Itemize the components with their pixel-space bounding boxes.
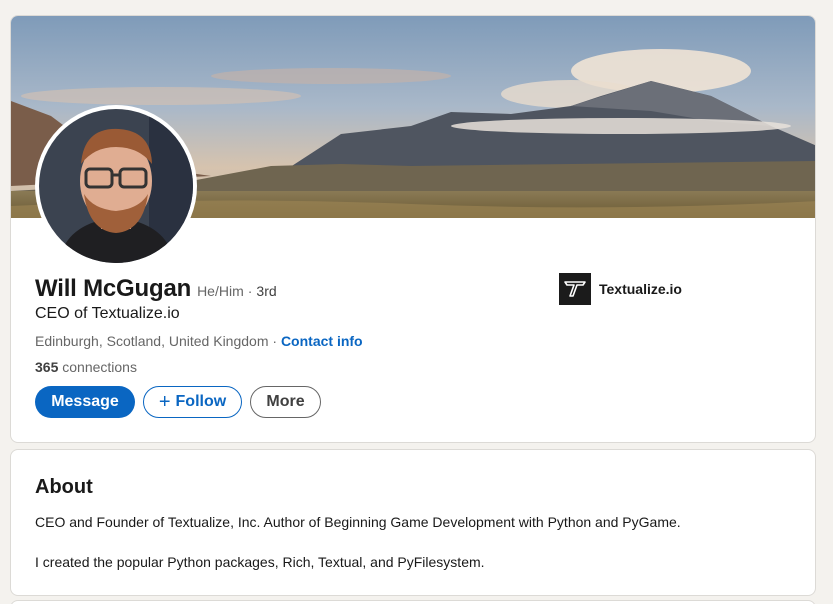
about-paragraph: CEO and Founder of Textualize, Inc. Auth… [35, 514, 681, 530]
location-separator: · [268, 333, 281, 349]
pronouns: He/Him [197, 283, 244, 299]
contact-info-link[interactable]: Contact info [281, 333, 363, 349]
more-button[interactable]: More [250, 386, 321, 418]
separator-dot: · [247, 283, 253, 299]
next-card-edge [10, 600, 816, 604]
textualize-logo-icon [559, 273, 591, 305]
profile-avatar[interactable] [35, 105, 197, 267]
follow-label: Follow [175, 393, 227, 410]
name-row: Will McGugan He/Him · 3rd [35, 275, 277, 303]
company-name: Textualize.io [599, 281, 682, 297]
connection-degree: 3rd [256, 283, 277, 299]
message-button[interactable]: Message [35, 386, 135, 418]
current-company[interactable]: Textualize.io [559, 273, 682, 305]
profile-card: Will McGugan He/Him · 3rd CEO of Textual… [10, 15, 816, 443]
location-row: Edinburgh, Scotland, United Kingdom · Co… [35, 333, 363, 349]
profile-location: Edinburgh, Scotland, United Kingdom [35, 333, 269, 349]
profile-headline: CEO of Textualize.io [35, 305, 180, 322]
avatar-photo [39, 109, 193, 263]
about-card: About CEO and Founder of Textualize, Inc… [10, 449, 816, 596]
connections-count[interactable]: 365 connections [35, 359, 137, 375]
connections-label: connections [62, 359, 137, 375]
about-title: About [35, 476, 93, 498]
follow-button[interactable]: + Follow [143, 386, 242, 418]
profile-name: Will McGugan [35, 275, 192, 302]
connections-number: 365 [35, 359, 59, 375]
profile-actions: Message + Follow More [35, 386, 321, 418]
about-paragraph: I created the popular Python packages, R… [35, 554, 485, 570]
plus-icon: + [158, 391, 171, 413]
